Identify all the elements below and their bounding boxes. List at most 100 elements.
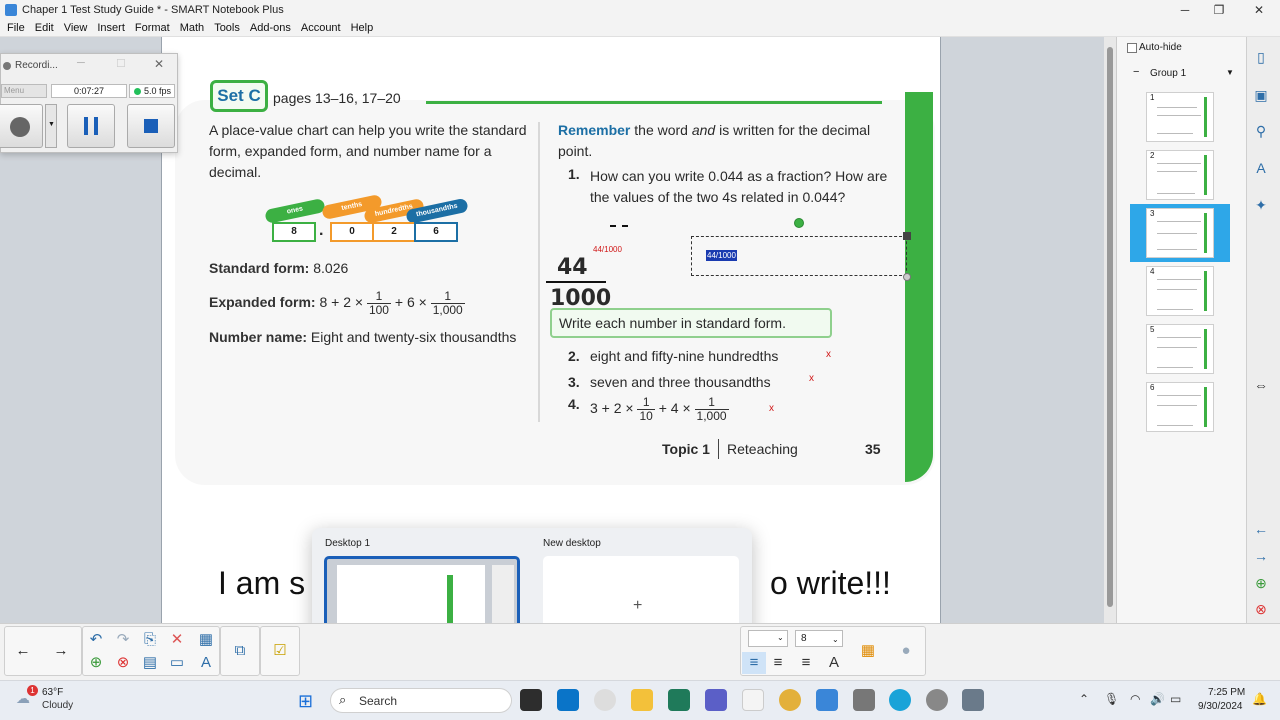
text-tool-button[interactable]: A	[194, 652, 218, 674]
pause-button[interactable]	[67, 104, 115, 148]
vertical-scrollbar[interactable]	[1104, 37, 1116, 623]
scrollbar-thumb[interactable]	[1107, 47, 1113, 607]
back-button[interactable]: ←	[11, 640, 35, 662]
record-button[interactable]	[0, 104, 43, 148]
weather-description[interactable]: Cloudy	[42, 700, 73, 711]
delete-page-icon[interactable]: ⊗	[1252, 600, 1270, 618]
align-left-button[interactable]: ≡	[742, 652, 766, 674]
recorder-minimize-icon[interactable]: ─	[77, 57, 85, 69]
font-size-select[interactable]: 8 ⌄	[795, 630, 843, 647]
color-palette-button[interactable]: ▦	[856, 640, 880, 662]
music-icon[interactable]	[742, 689, 764, 711]
page-thumbnail-2[interactable]: 2	[1146, 150, 1214, 200]
page-thumbnail-6[interactable]: 6	[1146, 382, 1214, 432]
settings-icon[interactable]	[926, 689, 948, 711]
stop-button[interactable]	[127, 104, 175, 148]
group-label: Group 1	[1150, 68, 1187, 79]
selected-text[interactable]: 44/1000	[706, 250, 737, 261]
notification-bell-icon[interactable]: 🔔	[1252, 692, 1267, 706]
clock-time[interactable]: 7:25 PM	[1208, 687, 1245, 698]
menu-add-ons[interactable]: Add-ons	[245, 22, 296, 34]
network-app-icon[interactable]	[962, 689, 984, 711]
menu-math[interactable]: Math	[175, 22, 209, 34]
add-page-button[interactable]: ⎘	[138, 629, 162, 651]
collapse-group-icon[interactable]: −	[1133, 66, 1139, 78]
recorder-window[interactable]: Recordi... ─ ☐ ✕ Menu 0:07:27 5.0 fps ▼	[0, 53, 178, 153]
delete-button[interactable]: ✕	[165, 629, 189, 651]
search-placeholder[interactable]: Search	[359, 694, 397, 708]
teams-icon[interactable]	[705, 689, 727, 711]
fill-effects-button[interactable]: ●	[894, 640, 918, 662]
chrome-icon[interactable]	[779, 689, 801, 711]
gallery-icon[interactable]: ▣	[1252, 86, 1270, 104]
note-text-left[interactable]: I am s	[218, 565, 305, 602]
windows-start-icon[interactable]: ⊞	[298, 691, 313, 712]
store-icon[interactable]	[668, 689, 690, 711]
screen-capture-button[interactable]: ⧉	[228, 640, 252, 662]
auto-hide-checkbox[interactable]	[1127, 43, 1137, 53]
add-page-icon[interactable]: ⊕	[1252, 574, 1270, 592]
undo-button[interactable]: ↶	[84, 629, 108, 651]
next-page-icon[interactable]: →	[1252, 547, 1270, 565]
selection-menu-handle[interactable]	[903, 232, 911, 240]
align-right-button[interactable]: ≡	[794, 652, 818, 674]
menu-edit[interactable]: Edit	[30, 22, 59, 34]
align-center-button[interactable]: ≡	[766, 652, 790, 674]
pen-app-icon[interactable]	[594, 689, 616, 711]
page-thumbnail-3[interactable]: 3	[1146, 208, 1214, 258]
add-desktop-icon[interactable]: +	[633, 597, 642, 615]
insert-page-button[interactable]: ⊕	[84, 652, 108, 674]
clock-date[interactable]: 9/30/2024	[1198, 701, 1243, 712]
wifi-icon[interactable]: ◠	[1130, 692, 1140, 706]
minimize-button[interactable]: ─	[1166, 0, 1204, 20]
group-dropdown-icon[interactable]: ▼	[1226, 68, 1234, 77]
text-style-button[interactable]: A	[822, 652, 846, 674]
menu-view[interactable]: View	[59, 22, 93, 34]
remove-page-button[interactable]: ⊗	[111, 652, 135, 674]
font-family-select[interactable]: ⌄	[748, 630, 788, 647]
recorder-maximize-icon[interactable]: ☐	[116, 57, 126, 70]
volume-icon[interactable]: 🔊	[1150, 692, 1165, 706]
note-text-right[interactable]: o write!!!	[770, 565, 891, 602]
weather-temperature[interactable]: 63°F	[42, 687, 63, 698]
menu-file[interactable]: File	[2, 22, 30, 34]
page-thumbnail-1[interactable]: 1	[1146, 92, 1214, 142]
close-button[interactable]: ✕	[1240, 0, 1278, 20]
menu-account[interactable]: Account	[296, 22, 346, 34]
add-ons-icon[interactable]: ✦	[1252, 196, 1270, 214]
rotate-handle[interactable]	[794, 218, 804, 228]
forward-button[interactable]: →	[49, 640, 73, 662]
page-sorter-icon[interactable]: ▯	[1252, 48, 1270, 66]
handwritten-numerator[interactable]: 44	[557, 255, 588, 280]
edge-icon[interactable]	[889, 689, 911, 711]
save-button[interactable]: ▤	[138, 652, 162, 674]
resize-handle[interactable]	[903, 273, 911, 281]
task-view-icon[interactable]	[520, 689, 542, 711]
attachments-icon[interactable]: ⚲	[1252, 122, 1270, 140]
maximize-button[interactable]: ❐	[1200, 0, 1238, 20]
record-dropdown[interactable]: ▼	[45, 104, 57, 148]
taskbar-search-box[interactable]	[330, 688, 512, 713]
dell-icon[interactable]	[557, 689, 579, 711]
recorder-close-icon[interactable]: ✕	[154, 57, 164, 71]
menu-help[interactable]: Help	[346, 22, 379, 34]
tray-overflow-icon[interactable]: ⌃	[1079, 692, 1089, 706]
move-panel-icon[interactable]: ⇔	[1252, 376, 1270, 394]
recorder-menu[interactable]: Menu	[1, 84, 47, 98]
display-button[interactable]: ▭	[165, 652, 189, 674]
battery-icon[interactable]: ▭	[1170, 692, 1181, 706]
previous-page-icon[interactable]: ←	[1252, 520, 1270, 538]
properties-icon[interactable]: A	[1252, 159, 1270, 177]
menu-tools[interactable]: Tools	[209, 22, 245, 34]
microphone-icon[interactable]: 🎙	[1104, 692, 1119, 706]
menu-insert[interactable]: Insert	[92, 22, 130, 34]
page-thumbnail-4[interactable]: 4	[1146, 266, 1214, 316]
table-button[interactable]: ▦	[194, 629, 218, 651]
redo-button[interactable]: ↷	[111, 629, 135, 651]
file-explorer-icon[interactable]	[631, 689, 653, 711]
smart-notebook-taskbar-icon[interactable]	[816, 689, 838, 711]
page-thumbnail-5[interactable]: 5	[1146, 324, 1214, 374]
response-button[interactable]: ☑	[268, 640, 292, 662]
menu-format[interactable]: Format	[130, 22, 175, 34]
calculator-icon[interactable]	[853, 689, 875, 711]
